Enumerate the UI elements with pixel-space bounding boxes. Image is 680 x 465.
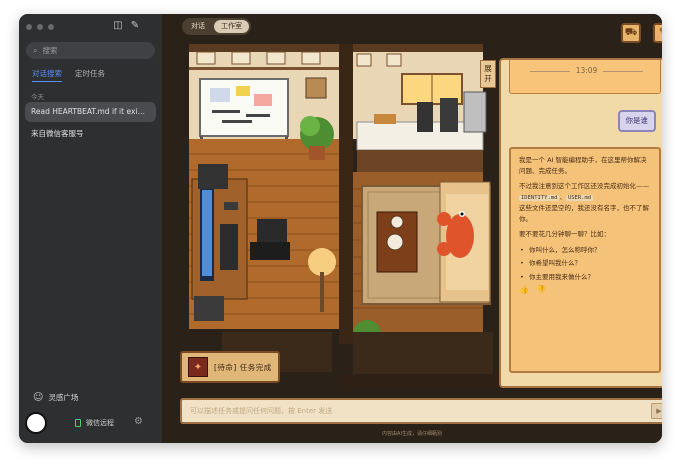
smile-icon: ☺ <box>33 392 44 403</box>
avatar[interactable] <box>25 412 47 434</box>
assistant-paragraph-2: 不过我注意到这个工作区还没完成初始化—— IDENTITY.md、 USER.md… <box>519 181 651 224</box>
chat-panel: 13:09 你是谁 我是一个 AI 智能编程助手，在这里帮你解决问题、完成任务。… <box>499 58 662 388</box>
send-icon: ▶ <box>656 407 662 415</box>
main-area: 对话 工作室 ⛟ ✎ 展开 13:09 你是谁 我是一个 AI 智能编程助手，在… <box>162 14 662 443</box>
message-timestamp: 13:09 <box>509 66 662 75</box>
sidebar: ◫ ✎ ⌕ 对话搜索 定时任务 今天 Read HEARTBEAT.md if … <box>19 14 162 443</box>
maximize-dot[interactable] <box>48 24 54 30</box>
user-message-bubble[interactable]: 你是谁 <box>617 110 656 132</box>
window-controls <box>26 24 54 30</box>
sidebar-tabs: 对话搜索 定时任务 <box>32 68 105 82</box>
section-today: 今天 <box>31 93 44 101</box>
send-button[interactable]: ▶ <box>651 403 662 419</box>
tab-conversation[interactable]: 对话 <box>184 20 212 33</box>
gear-icon[interactable]: ⚙ <box>134 416 143 427</box>
assistant-paragraph-1: 我是一个 AI 智能编程助手，在这里帮你解决问题、完成任务。 <box>519 156 647 175</box>
code-separator: 、 <box>559 192 566 201</box>
task-status-badge: ✦ [待命] 任务完成 <box>180 351 280 383</box>
user-file-code: USER.md <box>565 194 594 201</box>
chat-item-wechat[interactable]: 来自微信客服号 <box>25 124 156 144</box>
wechat-remote-label: 微信远程 <box>86 419 114 427</box>
new-chat-icon[interactable]: ✎ <box>129 20 141 32</box>
main-tabs: 对话 工作室 <box>182 18 251 35</box>
expand-toggle[interactable]: 展开 <box>480 60 496 88</box>
phone-icon <box>75 419 81 427</box>
chat-item-heartbeat[interactable]: Read HEARTBEAT.md if it exi… <box>25 102 156 122</box>
edit-icon[interactable]: ✎ <box>653 23 662 43</box>
tab-studio[interactable]: 工作室 <box>214 20 249 33</box>
app-window: ◫ ✎ ⌕ 对话搜索 定时任务 今天 Read HEARTBEAT.md if … <box>19 14 662 443</box>
assistant-paragraph-2-suffix: 这些文件还是空的，我还没有名字，也不了解你。 <box>519 204 649 223</box>
list-item: 你主要用我来做什么？ <box>519 272 651 283</box>
identity-file-code: IDENTITY.md <box>519 194 560 201</box>
tab-chat-search[interactable]: 对话搜索 <box>32 68 62 82</box>
assistant-question-list: 你叫什么，怎么称呼你？ 你希望叫我什么？ 你主要用我来做什么？ <box>519 245 651 283</box>
assistant-paragraph-3: 要不要花几分钟聊一聊？比如： <box>519 230 610 238</box>
message-input-bar[interactable]: ▶ <box>180 398 662 424</box>
minimize-dot[interactable] <box>37 24 43 30</box>
inspiration-plaza-label: 灵感广场 <box>48 393 79 402</box>
chat-scroll-area[interactable]: 13:09 你是谁 我是一个 AI 智能编程助手，在这里帮你解决问题、完成任务。… <box>509 60 662 386</box>
wechat-remote[interactable]: 微信远程 <box>75 418 114 428</box>
assistant-paragraph-2-prefix: 不过我注意到这个工作区还没完成初始化—— <box>519 182 649 190</box>
close-dot[interactable] <box>26 24 32 30</box>
search-input[interactable] <box>42 46 143 55</box>
assistant-message-bubble: 我是一个 AI 智能编程助手，在这里帮你解决问题、完成任务。 不过我注意到这个工… <box>509 147 661 373</box>
search-icon: ⌕ <box>33 45 38 55</box>
ai-disclaimer: 内容由AI生成，请仔细甄别 <box>382 431 442 437</box>
message-input[interactable] <box>190 407 651 415</box>
list-item: 你叫什么，怎么称呼你？ <box>519 245 651 256</box>
inspiration-plaza[interactable]: ☺ 灵感广场 <box>33 392 78 403</box>
search-box[interactable]: ⌕ <box>26 42 155 59</box>
thumbs-down-icon[interactable]: 👎 <box>536 285 546 296</box>
tab-scheduled-tasks[interactable]: 定时任务 <box>75 68 105 82</box>
message-reactions: 👍 👎 <box>519 285 651 296</box>
sidebar-toggle-icon[interactable]: ◫ <box>112 20 124 32</box>
list-item: 你希望叫我什么？ <box>519 258 651 269</box>
car-icon[interactable]: ⛟ <box>621 23 641 43</box>
lobster-icon: ✦ <box>188 357 208 377</box>
thumbs-up-icon[interactable]: 👍 <box>519 285 529 296</box>
task-status-label: [待命] 任务完成 <box>214 362 272 372</box>
